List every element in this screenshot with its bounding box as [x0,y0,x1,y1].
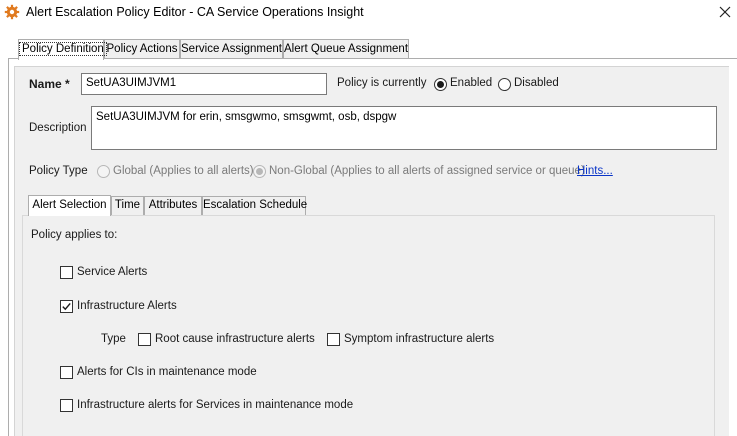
disabled-radio[interactable] [498,78,511,91]
symptom-label[interactable]: Symptom infrastructure alerts [344,333,494,345]
enabled-radio[interactable] [434,78,447,91]
tab-escalation-schedule[interactable]: Escalation Schedule [202,196,308,215]
tab-attributes[interactable]: Attributes [144,196,202,215]
tab-service-assignment-label: Service Assignment [181,43,282,55]
description-label: Description [29,122,87,134]
tab-attributes-label: Attributes [148,199,198,211]
policy-status-label: Policy is currently [337,77,427,89]
tab-alert-queue-assignment-label: Alert Queue Assignment [284,43,409,55]
nonglobal-radio [253,165,266,178]
tab-policy-actions-label: Policy Actions [106,43,178,55]
enabled-radio-label[interactable]: Enabled [450,77,492,89]
tab-time-label: Time [114,199,141,211]
name-label: Name * [29,77,70,91]
tab-time[interactable]: Time [111,196,144,215]
global-radio [97,165,110,178]
root-cause-label[interactable]: Root cause infrastructure alerts [155,333,315,345]
maintenance-services-label[interactable]: Infrastructure alerts for Services in ma… [77,399,353,411]
checkmark-icon [62,302,71,311]
disabled-radio-label[interactable]: Disabled [514,77,559,89]
infrastructure-alerts-label[interactable]: Infrastructure Alerts [77,300,177,312]
window-title: Alert Escalation Policy Editor - CA Serv… [26,5,364,19]
policy-type-label: Policy Type [29,165,88,177]
tab-escalation-schedule-label: Escalation Schedule [203,199,308,211]
service-alerts-checkbox[interactable] [60,266,73,279]
close-icon[interactable] [716,3,734,21]
description-textarea[interactable]: SetUA3UIMJVM for erin, smsgwmo, smsgwmt,… [91,106,717,150]
tab-alert-queue-assignment[interactable]: Alert Queue Assignment [283,39,409,59]
title-bar: Alert Escalation Policy Editor - CA Serv… [0,0,737,26]
infrastructure-alerts-checkbox[interactable] [60,300,73,313]
tab-alert-selection[interactable]: Alert Selection [28,195,111,216]
gear-app-icon [4,4,20,20]
type-label: Type [101,333,126,345]
symptom-checkbox[interactable] [327,333,340,346]
global-radio-label: Global (Applies to all alerts) [113,165,254,177]
maintenance-cis-checkbox[interactable] [60,366,73,379]
tab-policy-definition[interactable]: Policy Definition [18,39,107,60]
root-cause-checkbox[interactable] [138,333,151,346]
policy-applies-heading: Policy applies to: [31,229,118,241]
tab-policy-definition-label: Policy Definition [19,42,107,56]
tab-alert-selection-label: Alert Selection [32,199,107,211]
tab-service-assignment[interactable]: Service Assignment [180,39,283,59]
service-alerts-label[interactable]: Service Alerts [77,266,147,278]
tab-policy-actions[interactable]: Policy Actions [104,39,180,59]
maintenance-cis-label[interactable]: Alerts for CIs in maintenance mode [77,366,257,378]
nonglobal-radio-label: Non-Global (Applies to all alerts of ass… [269,165,585,177]
hints-link[interactable]: Hints... [577,165,613,177]
name-input[interactable]: SetUA3UIMJVM1 [81,73,327,95]
maintenance-services-checkbox[interactable] [60,399,73,412]
